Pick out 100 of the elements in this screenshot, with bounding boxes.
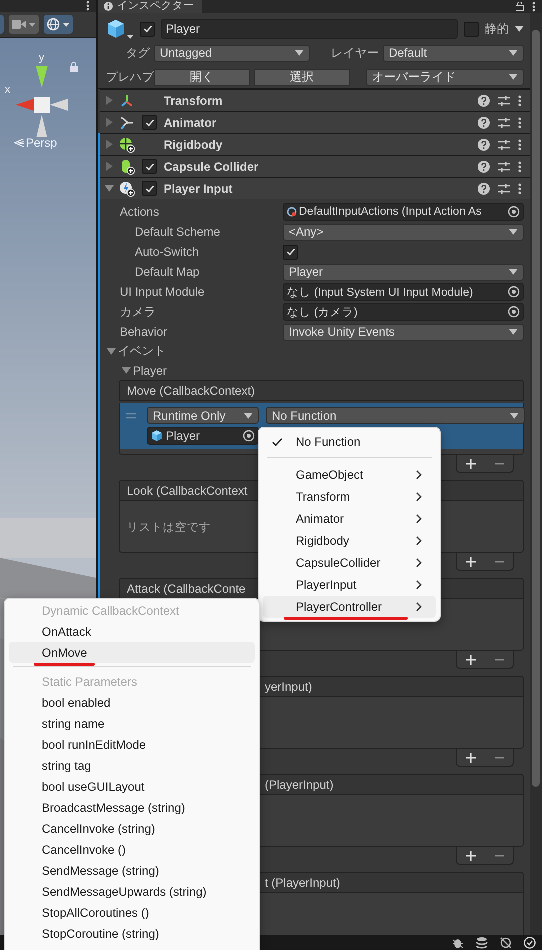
menu-item[interactable]: SendMessageUpwards (string) (9, 881, 255, 902)
overrides-dropdown[interactable]: オーバーライド (366, 68, 524, 86)
menu-item[interactable]: StopCoroutine (string) (9, 923, 255, 944)
menu-item[interactable]: Animator (263, 508, 436, 530)
dropdown[interactable]: <Any> (283, 224, 524, 240)
dropdown-arrow-icon[interactable] (515, 26, 524, 32)
kebab-menu-icon[interactable] (518, 160, 522, 172)
kebab-menu-icon[interactable] (86, 1, 90, 11)
checkbox[interactable] (140, 22, 155, 36)
sliders-icon[interactable] (498, 182, 510, 194)
object-picker-icon[interactable] (243, 430, 255, 442)
object-field[interactable]: Player (147, 427, 259, 445)
menu-item[interactable]: string tag (9, 755, 255, 776)
menu-item-label: StopCoroutine (string) (42, 926, 160, 940)
kebab-menu-icon[interactable] (532, 2, 536, 12)
bug-icon[interactable] (452, 936, 464, 948)
dropdown[interactable]: No Function (266, 407, 525, 424)
gizmos-button[interactable] (44, 15, 73, 34)
sliders-icon[interactable] (498, 160, 510, 172)
dropdown[interactable]: Invoke Unity Events (283, 324, 524, 340)
name-field[interactable]: Player (161, 19, 458, 39)
object-picker-icon[interactable] (508, 206, 520, 218)
menu-item[interactable]: CancelInvoke (string) (9, 818, 255, 839)
kebab-menu-icon[interactable] (518, 182, 522, 194)
menu-item[interactable]: SendMessage (string) (9, 860, 255, 881)
info-icon (104, 2, 113, 11)
menu-item[interactable]: PlayerInput (263, 574, 436, 596)
lock-icon[interactable] (516, 2, 524, 11)
layer-dropdown[interactable]: Default (383, 44, 524, 62)
menu-item[interactable]: PlayerController (263, 596, 436, 618)
menu-item[interactable]: Transform (263, 486, 436, 508)
dropdown[interactable]: Runtime Only (147, 407, 259, 424)
menu-item[interactable]: Rigidbody (263, 530, 436, 552)
caret-icon[interactable] (105, 184, 114, 193)
menu-item[interactable]: StopAllCoroutines () (9, 902, 255, 923)
plus-icon[interactable] (466, 458, 476, 468)
object-field[interactable]: DefaultInputActions (Input Action As (283, 203, 524, 221)
tag-dropdown[interactable]: Untagged (154, 44, 310, 62)
caret-icon[interactable] (107, 347, 116, 356)
tree-label[interactable]: Player (133, 364, 168, 378)
object-field[interactable]: なし (カメラ) (283, 303, 524, 321)
scrollbar[interactable] (530, 13, 542, 935)
checkbox[interactable] (142, 159, 157, 174)
menu-item[interactable]: bool useGUILayout (9, 776, 255, 797)
kebab-menu-icon[interactable] (518, 94, 522, 106)
axis-label: y (39, 53, 44, 64)
sliders-icon[interactable] (498, 94, 510, 106)
component-header[interactable]: Transform (100, 89, 530, 111)
inspector-tab[interactable]: インスペクター (98, 0, 202, 13)
menu-item[interactable]: OnMove (9, 642, 255, 663)
component-header[interactable]: Rigidbody (100, 133, 530, 155)
menu-item[interactable]: CapsuleCollider (263, 552, 436, 574)
menu-item-label: Transform (296, 490, 350, 504)
checkbox[interactable] (142, 181, 157, 196)
network-icon[interactable] (500, 936, 512, 948)
caret-icon[interactable] (127, 35, 134, 39)
help-icon[interactable] (478, 94, 490, 106)
menu-item-label: SendMessage (string) (42, 864, 160, 878)
database-icon[interactable] (476, 936, 488, 948)
menu-item[interactable]: bool enabled (9, 692, 255, 713)
plus-icon[interactable] (466, 850, 476, 860)
help-icon[interactable] (478, 116, 490, 128)
prefab-button[interactable]: 選択 (254, 68, 350, 86)
dropdown[interactable]: Player (283, 264, 524, 280)
object-field[interactable]: なし (Input System UI Input Module) (283, 283, 524, 301)
checkbox[interactable] (283, 244, 298, 260)
prefab-button[interactable]: 開く (154, 68, 250, 86)
checkbox[interactable] (142, 115, 157, 130)
kebab-menu-icon[interactable] (518, 138, 522, 150)
component-header[interactable]: Player Input (100, 177, 530, 199)
menu-item[interactable]: bool runInEditMode (9, 734, 255, 755)
menu-item-label: bool runInEditMode (42, 738, 146, 752)
sliders-icon[interactable] (498, 116, 510, 128)
drag-handle-icon[interactable] (126, 412, 136, 418)
help-icon[interactable] (478, 138, 490, 150)
property-label: カメラ (119, 304, 157, 320)
plus-icon[interactable] (466, 654, 476, 664)
menu-item[interactable]: GameObject (263, 464, 436, 486)
menu-item-label: GameObject (296, 468, 364, 482)
plus-icon[interactable] (466, 752, 476, 762)
component-header[interactable]: Animator (100, 111, 530, 133)
menu-item[interactable]: CancelInvoke () (9, 839, 255, 860)
menu-item[interactable]: BroadcastMessage (string) (9, 797, 255, 818)
kebab-menu-icon[interactable] (518, 116, 522, 128)
tree-label[interactable]: イベント (118, 343, 166, 360)
plus-icon[interactable] (466, 556, 476, 566)
checkbox[interactable] (464, 22, 479, 36)
branch-icon (119, 114, 135, 130)
sliders-icon[interactable] (498, 138, 510, 150)
help-icon[interactable] (478, 182, 490, 194)
component-header[interactable]: Capsule Collider (100, 155, 530, 177)
menu-item[interactable]: OnAttack (9, 621, 255, 642)
object-picker-icon[interactable] (508, 306, 520, 318)
menu-item[interactable]: string name (9, 713, 255, 734)
help-icon[interactable] (478, 160, 490, 172)
caret-icon[interactable] (122, 366, 131, 375)
camera-button[interactable] (9, 15, 39, 34)
object-picker-icon[interactable] (508, 286, 520, 298)
check-circle-icon[interactable] (524, 936, 536, 948)
menu-item-label: string name (42, 716, 105, 730)
